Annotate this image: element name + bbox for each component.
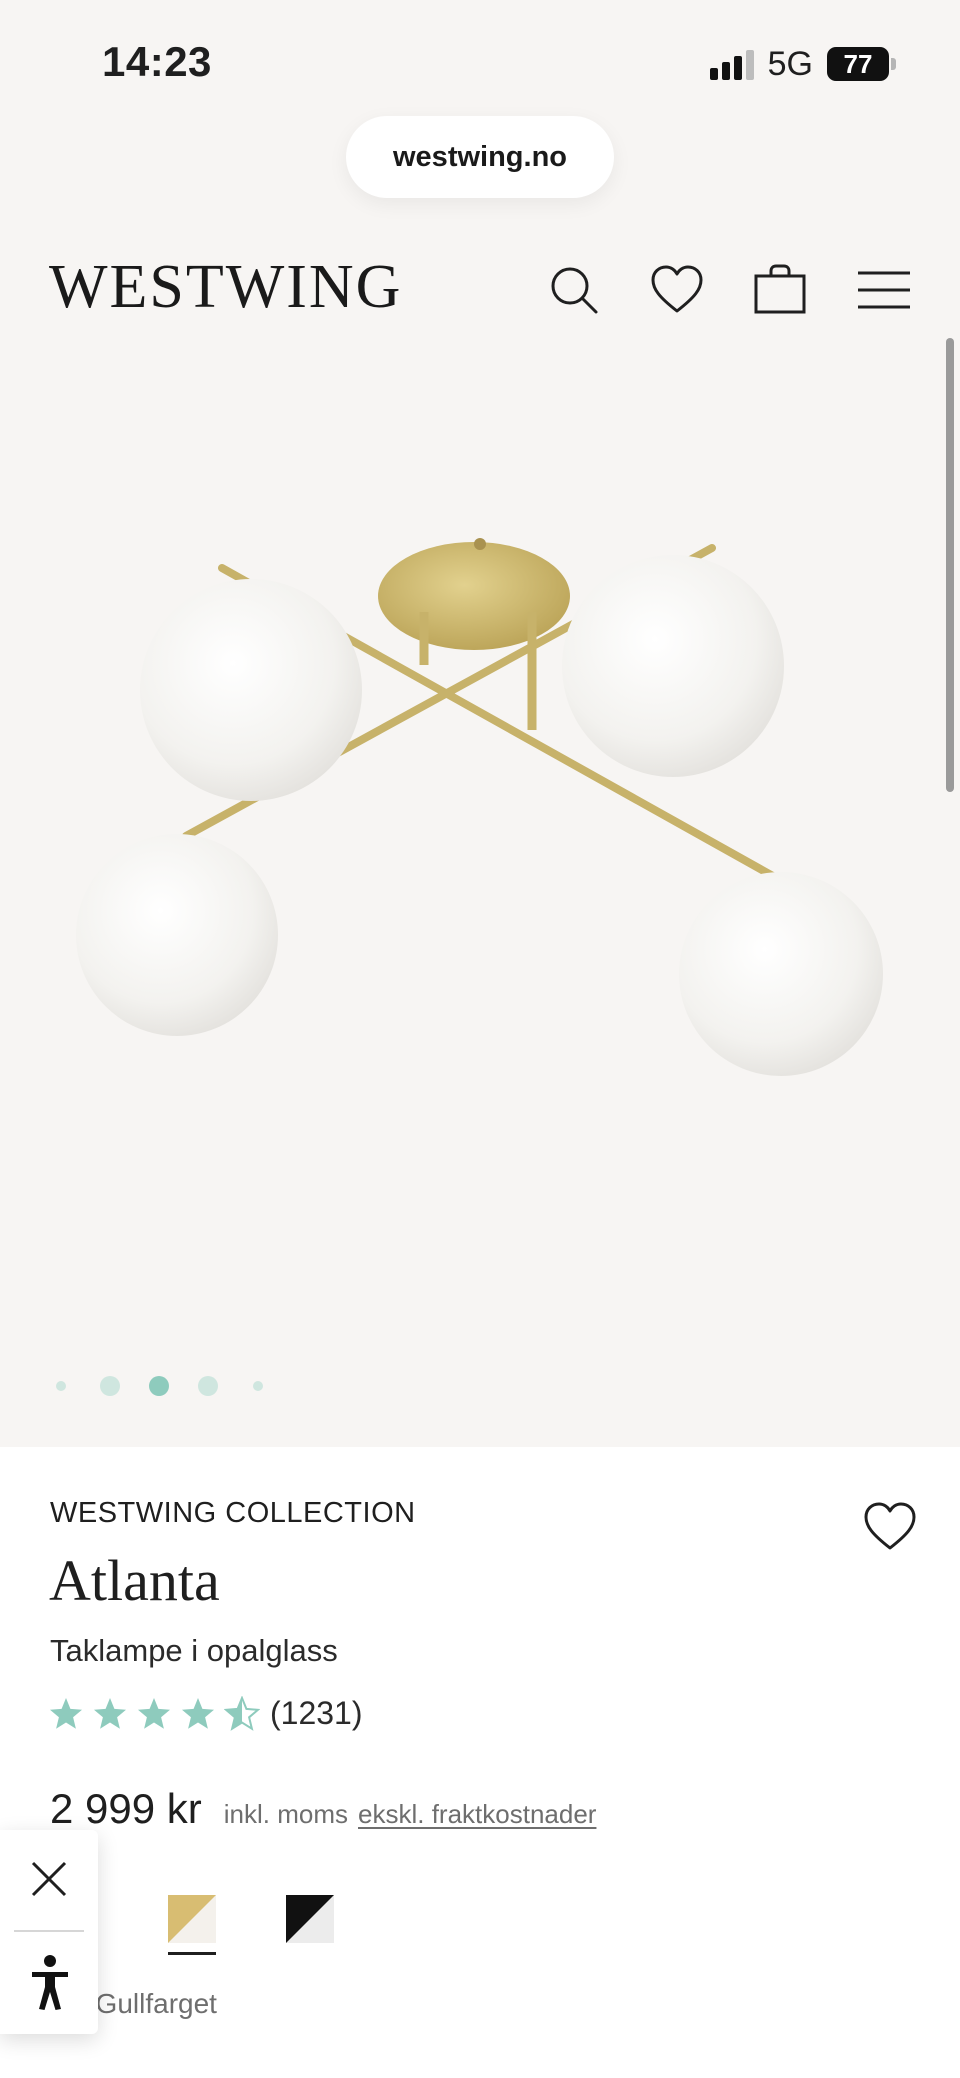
product-info: WESTWING COLLECTION Atlanta Taklampe i o… bbox=[0, 1447, 960, 2078]
heart-icon[interactable] bbox=[649, 262, 705, 318]
battery-icon: 77 bbox=[827, 47, 896, 81]
rating-stars bbox=[48, 1695, 260, 1732]
battery-level: 77 bbox=[827, 47, 889, 81]
carousel-dot[interactable] bbox=[253, 1381, 263, 1391]
carousel-dot-active[interactable] bbox=[149, 1376, 169, 1396]
swatch-black-white[interactable] bbox=[286, 1895, 334, 1943]
product-rating[interactable]: (1231) bbox=[48, 1695, 363, 1732]
wishlist-heart-icon[interactable] bbox=[862, 1501, 918, 1553]
close-icon[interactable] bbox=[14, 1844, 84, 1914]
signal-icon bbox=[709, 48, 754, 80]
price-row: 2 999 kr inkl. moms ekskl. fraktkostnade… bbox=[50, 1785, 596, 1833]
product-title: Atlanta bbox=[49, 1548, 220, 1613]
site-logo[interactable]: WESTWING bbox=[49, 252, 402, 323]
product-subtitle: Taklampe i opalglass bbox=[50, 1633, 338, 1668]
swatch-selected-indicator bbox=[168, 1952, 216, 1955]
carousel-dot[interactable] bbox=[198, 1376, 218, 1396]
product-price: 2 999 kr bbox=[50, 1785, 202, 1832]
menu-icon[interactable] bbox=[856, 262, 912, 318]
accessibility-widget bbox=[0, 1830, 98, 2034]
network-type: 5G bbox=[767, 44, 813, 83]
address-bar[interactable]: westwing.no bbox=[346, 116, 614, 198]
shipping-costs-link[interactable]: ekskl. fraktkostnader bbox=[358, 1799, 596, 1830]
vat-note: inkl. moms bbox=[223, 1799, 349, 1829]
carousel-dot[interactable] bbox=[100, 1376, 120, 1396]
status-time: 14:23 bbox=[102, 38, 212, 85]
status-indicators: 5G 77 bbox=[709, 44, 896, 84]
product-brand[interactable]: WESTWING COLLECTION bbox=[50, 1497, 416, 1530]
half-star-icon bbox=[224, 1695, 260, 1731]
star-icon bbox=[50, 1697, 82, 1729]
accessibility-icon[interactable] bbox=[20, 1948, 80, 2018]
rating-count[interactable]: (1231) bbox=[270, 1695, 363, 1732]
search-icon[interactable] bbox=[546, 262, 602, 318]
product-hero: 14:23 5G 77 westwing.no WESTWING bbox=[0, 0, 960, 1447]
star-icon bbox=[94, 1697, 126, 1729]
shopping-bag-icon[interactable] bbox=[752, 262, 808, 318]
carousel-dots[interactable] bbox=[0, 1372, 300, 1400]
star-icon bbox=[138, 1697, 170, 1729]
product-image[interactable] bbox=[0, 490, 960, 1110]
carousel-dot[interactable] bbox=[56, 1381, 66, 1391]
star-icon bbox=[182, 1697, 214, 1729]
swatch-gold-white[interactable] bbox=[168, 1895, 216, 1943]
divider bbox=[14, 1930, 84, 1932]
selected-color-label: , Gullfarget bbox=[80, 1988, 217, 2019]
